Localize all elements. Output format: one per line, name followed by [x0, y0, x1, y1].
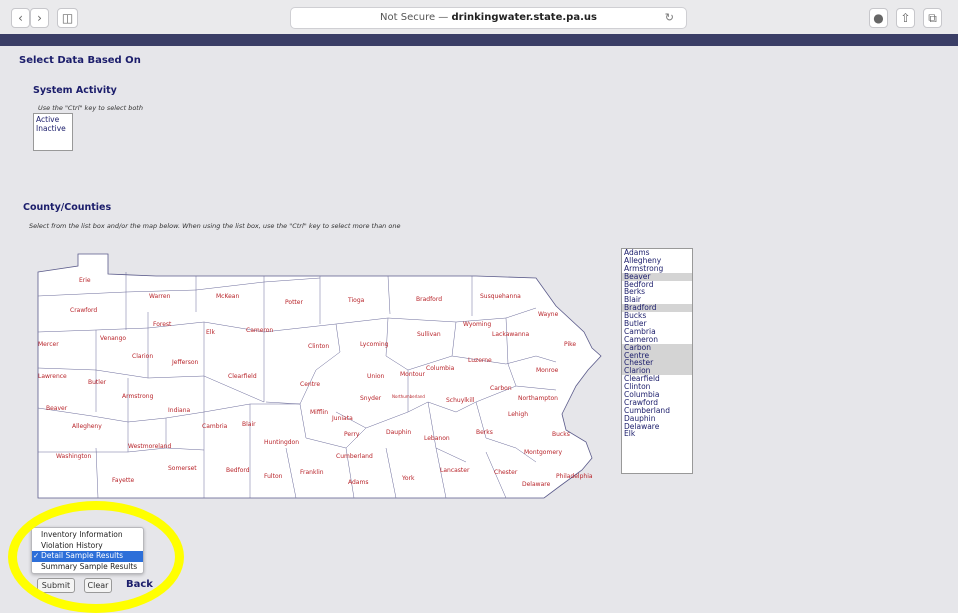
map-label-lebanon[interactable]: Lebanon	[424, 435, 450, 442]
map-label-northumberland[interactable]: Northumberland	[392, 394, 425, 399]
map-label-huntingdon[interactable]: Huntingdon	[264, 439, 299, 446]
system-activity-listbox[interactable]: Active Inactive	[33, 113, 73, 151]
map-label-wayne[interactable]: Wayne	[538, 311, 559, 318]
state-outline	[37, 253, 602, 499]
map-label-philadelphia[interactable]: Philadelphia	[556, 473, 593, 480]
map-label-union[interactable]: Union	[367, 373, 385, 380]
map-label-lawrence[interactable]: Lawrence	[38, 373, 67, 380]
map-label-erie[interactable]: Erie	[79, 277, 91, 284]
download-icon: ●	[873, 11, 884, 25]
map-label-jefferson[interactable]: Jefferson	[171, 359, 199, 366]
map-label-crawford[interactable]: Crawford	[70, 307, 97, 314]
map-label-indiana[interactable]: Indiana	[168, 407, 191, 414]
map-label-columbia[interactable]: Columbia	[426, 365, 455, 372]
map-label-westmoreland[interactable]: Westmoreland	[128, 443, 171, 450]
map-label-northampton[interactable]: Northampton	[518, 395, 558, 402]
share-button[interactable]: ⇧	[896, 8, 915, 28]
map-label-clarion[interactable]: Clarion	[132, 353, 153, 360]
map-label-sullivan[interactable]: Sullivan	[417, 331, 441, 338]
map-label-bradford[interactable]: Bradford	[416, 296, 442, 303]
browser-toolbar: ‹ › ◫ Not Secure — drinkingwater.state.p…	[0, 0, 958, 35]
map-label-adams[interactable]: Adams	[348, 479, 368, 486]
map-label-tioga[interactable]: Tioga	[347, 297, 365, 304]
map-label-clearfield[interactable]: Clearfield	[228, 373, 257, 380]
map-label-chester[interactable]: Chester	[494, 469, 518, 476]
map-label-monroe[interactable]: Monroe	[536, 367, 559, 374]
map-label-mifflin[interactable]: Mifflin	[310, 409, 328, 416]
map-label-montgomery[interactable]: Montgomery	[524, 449, 562, 456]
map-label-carbon[interactable]: Carbon	[490, 385, 512, 392]
system-activity-hint: Use the "Ctrl" key to select both	[38, 104, 143, 112]
map-label-franklin[interactable]: Franklin	[300, 469, 324, 476]
map-label-fayette[interactable]: Fayette	[112, 477, 135, 484]
map-label-lancaster[interactable]: Lancaster	[440, 467, 470, 474]
map-label-somerset[interactable]: Somerset	[168, 465, 197, 472]
activity-option-inactive[interactable]: Inactive	[36, 124, 70, 133]
map-label-pike[interactable]: Pike	[564, 341, 576, 348]
address-bar[interactable]: Not Secure — drinkingwater.state.pa.us ↻	[290, 7, 687, 29]
forward-nav-button[interactable]: ›	[30, 8, 49, 28]
address-host: drinkingwater.state.pa.us	[451, 12, 597, 23]
tabs-button[interactable]: ⧉	[923, 8, 942, 28]
security-label: Not Secure —	[380, 12, 452, 23]
map-label-york[interactable]: York	[401, 475, 415, 482]
map-label-mercer[interactable]: Mercer	[38, 341, 59, 348]
map-label-warren[interactable]: Warren	[149, 293, 171, 300]
map-label-bucks[interactable]: Bucks	[552, 431, 570, 438]
map-label-potter[interactable]: Potter	[285, 299, 303, 306]
map-label-berks[interactable]: Berks	[476, 429, 493, 436]
page-heading: Select Data Based On	[19, 55, 141, 66]
map-label-butler[interactable]: Butler	[88, 379, 107, 386]
share-icon: ⇧	[900, 11, 911, 25]
map-label-mckean[interactable]: McKean	[216, 293, 239, 300]
map-label-wyoming[interactable]: Wyoming	[463, 321, 491, 328]
chevron-left-icon: ‹	[18, 11, 23, 25]
sidebar-icon: ◫	[61, 11, 74, 25]
map-label-bedford[interactable]: Bedford	[226, 467, 250, 474]
map-label-forest[interactable]: Forest	[153, 321, 172, 328]
map-label-cambria[interactable]: Cambria	[202, 423, 228, 430]
county-hint: Select from the list box and/or the map …	[29, 222, 401, 230]
map-label-clinton[interactable]: Clinton	[308, 343, 329, 350]
chevron-right-icon: ›	[37, 11, 42, 25]
map-label-susquehanna[interactable]: Susquehanna	[480, 293, 521, 300]
map-label-juniata[interactable]: Juniata	[331, 415, 353, 422]
map-label-fulton[interactable]: Fulton	[264, 473, 283, 480]
county-listbox[interactable]: Adams Allegheny Armstrong Beaver Bedford…	[621, 248, 693, 474]
map-label-snyder[interactable]: Snyder	[360, 395, 382, 402]
activity-option-active[interactable]: Active	[36, 115, 70, 124]
map-label-delaware[interactable]: Delaware	[522, 481, 551, 488]
map-label-lackawanna[interactable]: Lackawanna	[492, 331, 530, 338]
tabs-icon: ⧉	[928, 11, 937, 25]
map-label-cumberland[interactable]: Cumberland	[336, 453, 373, 460]
county-map[interactable]: Erie Warren McKean Potter Tioga Bradford…	[36, 252, 606, 502]
map-label-venango[interactable]: Venango	[100, 335, 126, 342]
sidebar-toggle-button[interactable]: ◫	[57, 8, 78, 28]
map-label-blair[interactable]: Blair	[242, 421, 256, 428]
map-label-perry[interactable]: Perry	[344, 431, 360, 438]
map-label-elk[interactable]: Elk	[206, 329, 215, 336]
back-nav-button[interactable]: ‹	[11, 8, 30, 28]
map-label-allegheny[interactable]: Allegheny	[72, 423, 102, 430]
map-label-beaver[interactable]: Beaver	[46, 405, 68, 412]
map-label-cameron[interactable]: Cameron	[246, 327, 273, 334]
system-activity-title: System Activity	[33, 85, 117, 96]
map-label-lehigh[interactable]: Lehigh	[508, 411, 528, 418]
map-label-armstrong[interactable]: Armstrong	[122, 393, 154, 400]
map-label-schuylkill[interactable]: Schuylkill	[446, 397, 475, 404]
map-label-lycoming[interactable]: Lycoming	[360, 341, 389, 348]
site-header-band	[0, 34, 958, 46]
downloads-button[interactable]: ●	[869, 8, 888, 28]
county-list-item[interactable]: Elk	[622, 430, 692, 438]
reload-icon[interactable]: ↻	[665, 8, 674, 28]
map-label-montour[interactable]: Montour	[400, 371, 425, 378]
map-label-dauphin[interactable]: Dauphin	[386, 429, 411, 436]
map-label-washington[interactable]: Washington	[56, 453, 91, 460]
map-label-centre[interactable]: Centre	[300, 381, 320, 388]
county-title: County/Counties	[23, 202, 112, 213]
map-label-luzerne[interactable]: Luzerne	[468, 357, 492, 364]
highlight-annotation-circle	[8, 501, 184, 613]
